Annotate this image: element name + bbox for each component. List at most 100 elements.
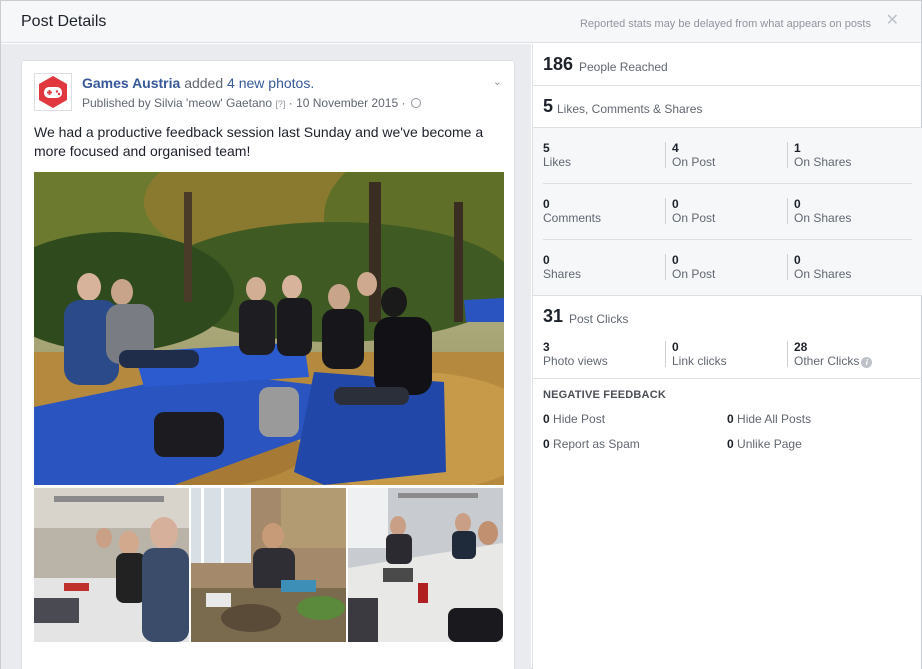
comments-total: 0 Comments [543,197,663,226]
globe-icon [410,98,421,108]
shares-on-post-label: On Post [672,267,716,281]
post-details-dialog: Post Details Reported stats may be delay… [0,0,922,669]
info-icon[interactable]: i [861,357,873,368]
photo-thumbnail-3[interactable] [348,488,503,642]
report-spam-label: Report as Spam [553,437,640,451]
shares-total-value: 0 [543,253,550,267]
dialog-title: Post Details [21,13,107,30]
post-message: We had a productive feedback session las… [34,124,484,159]
divider [543,183,912,184]
likes-total-label: Likes [543,155,572,169]
engagement-count: 5 [543,96,554,116]
engagement-row: 5 Likes, Comments & Shares [533,86,922,128]
post-clicks-count: 31 [543,306,564,326]
report-spam-value: 0 [543,437,550,451]
photo-views: 3 Photo views [543,340,663,369]
link-clicks: 0 Link clicks [672,340,792,369]
main-photo[interactable] [34,172,504,485]
divider [543,239,912,240]
separator [665,254,666,280]
post-date[interactable]: · 10 November 2015 · [289,96,406,110]
chevron-down-icon[interactable]: ⌄ [493,75,502,88]
hide-all-posts-value: 0 [727,412,734,426]
likes-on-post-label: On Post [672,155,716,169]
other-clicks-label-wrap: Other Clicks i [794,354,914,369]
photo-views-label: Photo views [543,354,608,368]
reach-count: 186 [543,54,574,74]
comments-total-label: Comments [543,211,602,225]
post-clicks-label: Post Clicks [569,312,629,326]
negative-feedback-title: NEGATIVE FEEDBACK [543,389,666,401]
reach-row: 186 People Reached [533,44,922,86]
page-avatar[interactable] [34,73,72,111]
separator [787,341,788,367]
post-meta: Published by Silvia 'meow' Gaetano [?] ·… [82,96,421,110]
separator [787,142,788,168]
comments-on-shares-label: On Shares [794,211,852,225]
likes-on-shares: 1 On Shares [794,141,914,170]
post-headline: Games Austria added 4 new photos. [82,75,314,91]
report-spam-stat: 0 Report as Spam [543,437,640,451]
photo-views-value: 3 [543,340,550,354]
main-photo-image [34,172,504,485]
post-stats-pane: 186 People Reached 5 Likes, Comments & S… [532,44,922,669]
link-clicks-label: Link clicks [672,354,727,368]
published-by-text: Published by Silvia 'meow' Gaetano [82,96,273,110]
post-card: Games Austria added 4 new photos. Publis… [21,60,515,669]
post-clicks-row: 31 Post Clicks 3 Photo views 0 Link clic… [533,296,922,379]
likes-total: 5 Likes [543,141,663,170]
shares-on-shares: 0 On Shares [794,253,914,282]
photos-link[interactable]: 4 new photos. [227,75,314,91]
comments-on-post-value: 0 [672,197,679,211]
photo-thumbnail-2[interactable] [191,488,346,642]
hide-post-value: 0 [543,412,550,426]
photo-thumbnail-1[interactable] [34,488,189,642]
unlike-page-label: Unlike Page [737,437,802,451]
shares-on-post-value: 0 [672,253,679,267]
comments-on-post: 0 On Post [672,197,792,226]
separator [787,254,788,280]
likes-on-post: 4 On Post [672,141,792,170]
separator [665,198,666,224]
likes-on-post-value: 4 [672,141,679,155]
post-preview-pane: Games Austria added 4 new photos. Publis… [1,44,531,669]
shares-on-post: 0 On Post [672,253,792,282]
likes-total-value: 5 [543,141,550,155]
help-marker[interactable]: [?] [275,99,285,109]
other-clicks-label: Other Clicks [794,354,860,368]
thumbnail-image [34,488,189,642]
separator [787,198,788,224]
shares-on-shares-label: On Shares [794,267,852,281]
close-icon[interactable]: ✕ [886,13,899,29]
hide-post-stat: 0 Hide Post [543,412,605,426]
shares-on-shares-value: 0 [794,253,801,267]
shares-total: 0 Shares [543,253,663,282]
unlike-page-stat: 0 Unlike Page [727,437,802,451]
separator [665,142,666,168]
reach-label: People Reached [579,60,668,74]
unlike-page-value: 0 [727,437,734,451]
other-clicks-value: 28 [794,340,808,354]
gamepad-logo-icon [39,76,67,108]
thumbnail-image [348,488,503,642]
link-clicks-value: 0 [672,340,679,354]
hide-post-label: Hide Post [553,412,606,426]
hide-all-posts-label: Hide All Posts [737,412,812,426]
shares-total-label: Shares [543,267,582,281]
likes-on-shares-label: On Shares [794,155,852,169]
hide-all-posts-stat: 0 Hide All Posts [727,412,811,426]
separator [665,341,666,367]
stats-delay-note: Reported stats may be delayed from what … [579,18,871,30]
thumbnail-image [191,488,346,642]
engagement-label: Likes, Comments & Shares [557,102,703,116]
page-name-link[interactable]: Games Austria [82,75,180,91]
comments-on-post-label: On Post [672,211,716,225]
engagement-breakdown: 5 Likes 4 On Post 1 On Shares 0 Comments… [533,128,922,296]
comments-total-value: 0 [543,197,550,211]
post-action-text: added [184,75,224,91]
dialog-header: Post Details Reported stats may be delay… [1,1,921,43]
likes-on-shares-value: 1 [794,141,801,155]
comments-on-shares-value: 0 [794,197,801,211]
other-clicks: 28 Other Clicks i [794,340,914,369]
comments-on-shares: 0 On Shares [794,197,914,226]
